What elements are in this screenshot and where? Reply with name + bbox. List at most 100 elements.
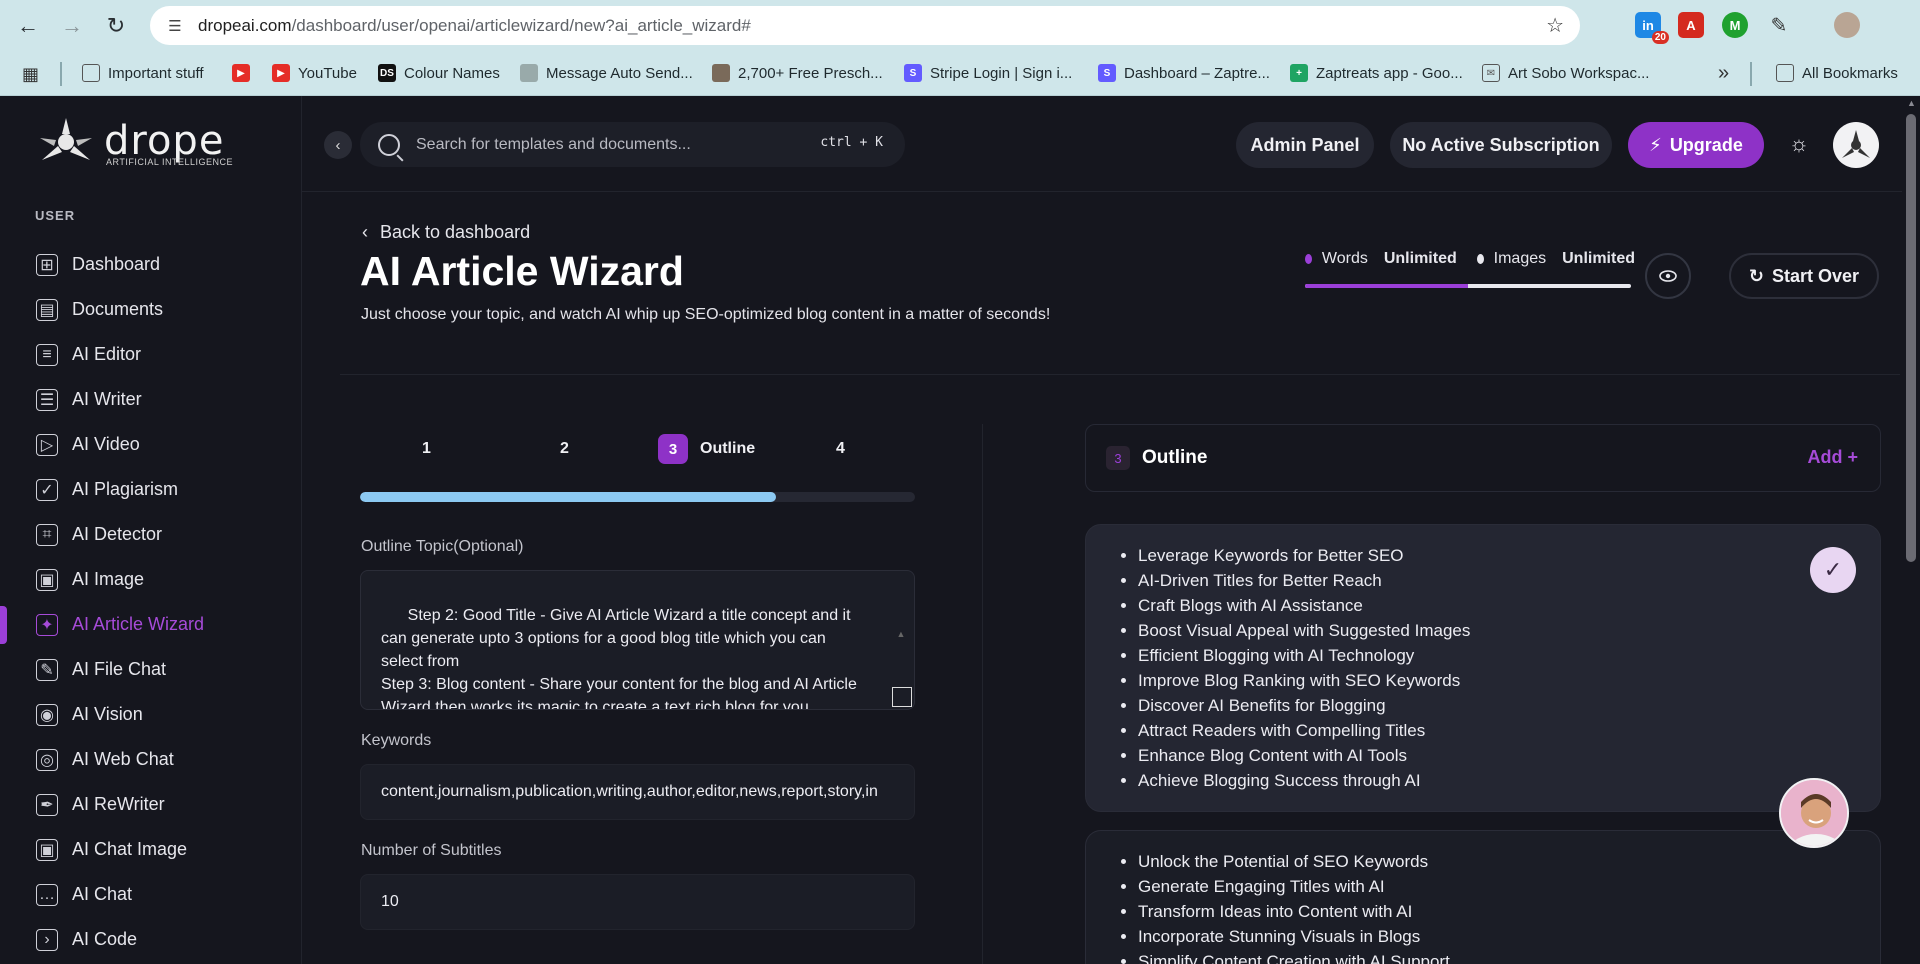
image-icon: ▣ xyxy=(36,568,58,591)
sidebar-item-ai-rewriter[interactable]: ✒ AI ReWriter xyxy=(0,782,302,827)
step-2[interactable]: 2 xyxy=(560,434,569,464)
outline-option-card[interactable]: Leverage Keywords for Better SEOAI-Drive… xyxy=(1085,524,1881,812)
sidebar-item-ai-article-wizard[interactable]: ✦ AI Article Wizard xyxy=(0,602,302,647)
bookmarks-bar: ▦ Important stuff ▶ ▶ YouTube DS Colour Na… xyxy=(0,52,1920,96)
all-bookmarks[interactable]: All Bookmarks xyxy=(1776,64,1898,82)
outline-option-card[interactable]: Unlock the Potential of SEO KeywordsGene… xyxy=(1085,830,1881,964)
scroll-up-icon[interactable]: ▲ xyxy=(894,623,908,646)
sidebar-item-ai-chat[interactable]: … AI Chat xyxy=(0,872,302,917)
sidebar-item-label: AI Writer xyxy=(72,389,142,409)
sidebar-item-ai-writer[interactable]: ☰ AI Writer xyxy=(0,377,302,422)
outline-item: Achieve Blogging Success through AI xyxy=(1138,768,1856,793)
step-4[interactable]: 4 xyxy=(836,434,845,464)
collapse-sidebar-button[interactable]: ‹ xyxy=(324,131,352,159)
chevron-left-icon: ‹ xyxy=(362,222,368,242)
theme-toggle-icon[interactable]: ☼ xyxy=(1785,130,1813,158)
document-icon: ☰ xyxy=(36,388,58,411)
subtitles-input[interactable]: 10 xyxy=(360,874,915,930)
bookmark-item[interactable]: Important stuff xyxy=(82,64,204,82)
puzzle-icon[interactable]: ✎ xyxy=(1766,12,1792,38)
wizard-progress-bar xyxy=(360,492,915,502)
upgrade-button[interactable]: ⚡ Upgrade xyxy=(1628,122,1764,168)
sidebar-item-ai-editor[interactable]: ≡ AI Editor xyxy=(0,332,302,377)
page-scroll-up-icon[interactable]: ▲ xyxy=(1907,98,1916,108)
sidebar-item-ai-file-chat[interactable]: ✎ AI File Chat xyxy=(0,647,302,692)
search-input[interactable]: Search for templates and documents... ct… xyxy=(360,122,905,167)
sidebar-item-ai-chat-image[interactable]: ▣ AI Chat Image xyxy=(0,827,302,872)
page-scrollbar[interactable]: ▲ xyxy=(1902,96,1920,964)
words-value: Unlimited xyxy=(1383,250,1457,267)
extension-icon[interactable]: in 20 xyxy=(1635,12,1669,44)
bookmarks-overflow[interactable]: » xyxy=(1718,62,1729,85)
outline-topic-textarea[interactable]: Step 2: Good Title - Give AI Article Wiz… xyxy=(360,570,915,710)
words-label: Words xyxy=(1321,250,1368,267)
sidebar-item-dashboard[interactable]: ⊞ Dashboard xyxy=(0,242,302,287)
page-title: AI Article Wizard xyxy=(360,248,684,294)
step-1[interactable]: 1 xyxy=(422,434,431,464)
bookmark-item[interactable]: Message Auto Send... xyxy=(520,64,693,82)
mail-icon: ✉ xyxy=(1482,64,1500,82)
pdf-extension-icon[interactable]: A xyxy=(1678,12,1704,38)
subscription-button[interactable]: No Active Subscription xyxy=(1390,122,1612,168)
sidebar-item-ai-vision[interactable]: ◉ AI Vision xyxy=(0,692,302,737)
folder-icon xyxy=(82,64,100,82)
app: drope ARTIFICIAL INTELLIGENCE USER ⊞ Dash… xyxy=(0,96,1920,964)
sidebar-item-ai-detector[interactable]: ⌗ AI Detector xyxy=(0,512,302,557)
wizard-steps: 1 2 3 Outline 4 xyxy=(360,434,915,464)
back-arrow-icon[interactable]: ← xyxy=(8,6,48,46)
site-settings-icon[interactable]: ☰ xyxy=(164,15,186,37)
apps-grid-icon[interactable]: ▦ xyxy=(22,64,39,85)
outline-item: Leverage Keywords for Better SEO xyxy=(1138,543,1856,568)
logo[interactable]: drope ARTIFICIAL INTELLIGENCE xyxy=(38,116,233,167)
admin-panel-button[interactable]: Admin Panel xyxy=(1236,122,1374,168)
address-bar[interactable]: ☰ dropeai.com/dashboard/user/openai/arti… xyxy=(150,6,1580,45)
sidebar-item-label: AI ReWriter xyxy=(72,794,165,814)
page-scroll-thumb[interactable] xyxy=(1906,114,1916,562)
bookmark-item[interactable]: DS Colour Names xyxy=(378,64,500,82)
sidebar-item-ai-video[interactable]: ▷ AI Video xyxy=(0,422,302,467)
bookmark-item[interactable]: ▶ YouTube xyxy=(272,64,357,82)
support-chat-avatar[interactable] xyxy=(1779,778,1849,848)
forward-arrow-icon[interactable]: → xyxy=(52,6,92,46)
step-3[interactable]: 3 Outline xyxy=(658,434,755,464)
textarea-scrollbar[interactable]: ▲ ▼ xyxy=(894,577,908,687)
editor-icon: ≡ xyxy=(36,343,58,366)
user-avatar[interactable] xyxy=(1833,122,1879,168)
start-over-button[interactable]: ↻ Start Over xyxy=(1729,253,1879,299)
check-icon[interactable]: ✓ xyxy=(1810,547,1856,593)
sidebar-item-label: AI Chat Image xyxy=(72,839,188,859)
outline-item: Enhance Blog Content with AI Tools xyxy=(1138,743,1856,768)
back-to-dashboard-link[interactable]: ‹ Back to dashboard xyxy=(362,222,530,243)
sidebar-item-ai-image[interactable]: ▣ AI Image xyxy=(0,557,302,602)
bookmark-item[interactable]: ▶ xyxy=(232,64,250,82)
outline-item: Craft Blogs with AI Assistance xyxy=(1138,593,1856,618)
images-label: Images xyxy=(1493,250,1547,267)
reload-icon[interactable]: ↻ xyxy=(96,6,136,46)
add-outline-button[interactable]: Add + xyxy=(1807,447,1858,468)
profile-avatar[interactable] xyxy=(1834,12,1860,38)
eye-icon[interactable] xyxy=(1645,253,1691,299)
sidebar-item-ai-plagiarism[interactable]: ✓ AI Plagiarism xyxy=(0,467,302,512)
eye-scan-icon: ◉ xyxy=(36,703,58,726)
sidebar-item-ai-web-chat[interactable]: ◎ AI Web Chat xyxy=(0,737,302,782)
extension-badge: 20 xyxy=(1651,31,1669,44)
outline-header: 3 Outline Add + xyxy=(1085,424,1881,492)
bookmark-item[interactable]: + Zaptreats app - Goo... xyxy=(1290,64,1463,82)
bookmark-item[interactable]: S Dashboard – Zaptre... xyxy=(1098,64,1270,82)
bookmark-item[interactable]: ✉ Art Sobo Workspac... xyxy=(1482,64,1649,82)
resize-handle[interactable] xyxy=(892,687,912,707)
wand-icon: ✦ xyxy=(36,613,58,636)
outline-topic-label: Outline Topic(Optional) xyxy=(361,538,524,555)
archive-icon: ▤ xyxy=(36,298,58,321)
bookmark-item[interactable]: 2,700+ Free Presch... xyxy=(712,64,883,82)
search-placeholder: Search for templates and documents... xyxy=(416,135,691,153)
sidebar-item-ai-code[interactable]: › AI Code xyxy=(0,917,302,962)
keywords-input[interactable]: content,journalism,publication,writing,a… xyxy=(360,764,915,820)
bookmark-star-icon[interactable]: ☆ xyxy=(1546,13,1564,38)
sidebar-item-documents[interactable]: ▤ Documents xyxy=(0,287,302,332)
bookmark-item[interactable]: S Stripe Login | Sign i... xyxy=(904,64,1072,82)
outline-item: Transform Ideas into Content with AI xyxy=(1138,899,1856,924)
images-value: Unlimited xyxy=(1562,250,1635,267)
avatar-logo-icon xyxy=(1842,130,1870,158)
m-extension-icon[interactable]: M xyxy=(1722,12,1748,38)
